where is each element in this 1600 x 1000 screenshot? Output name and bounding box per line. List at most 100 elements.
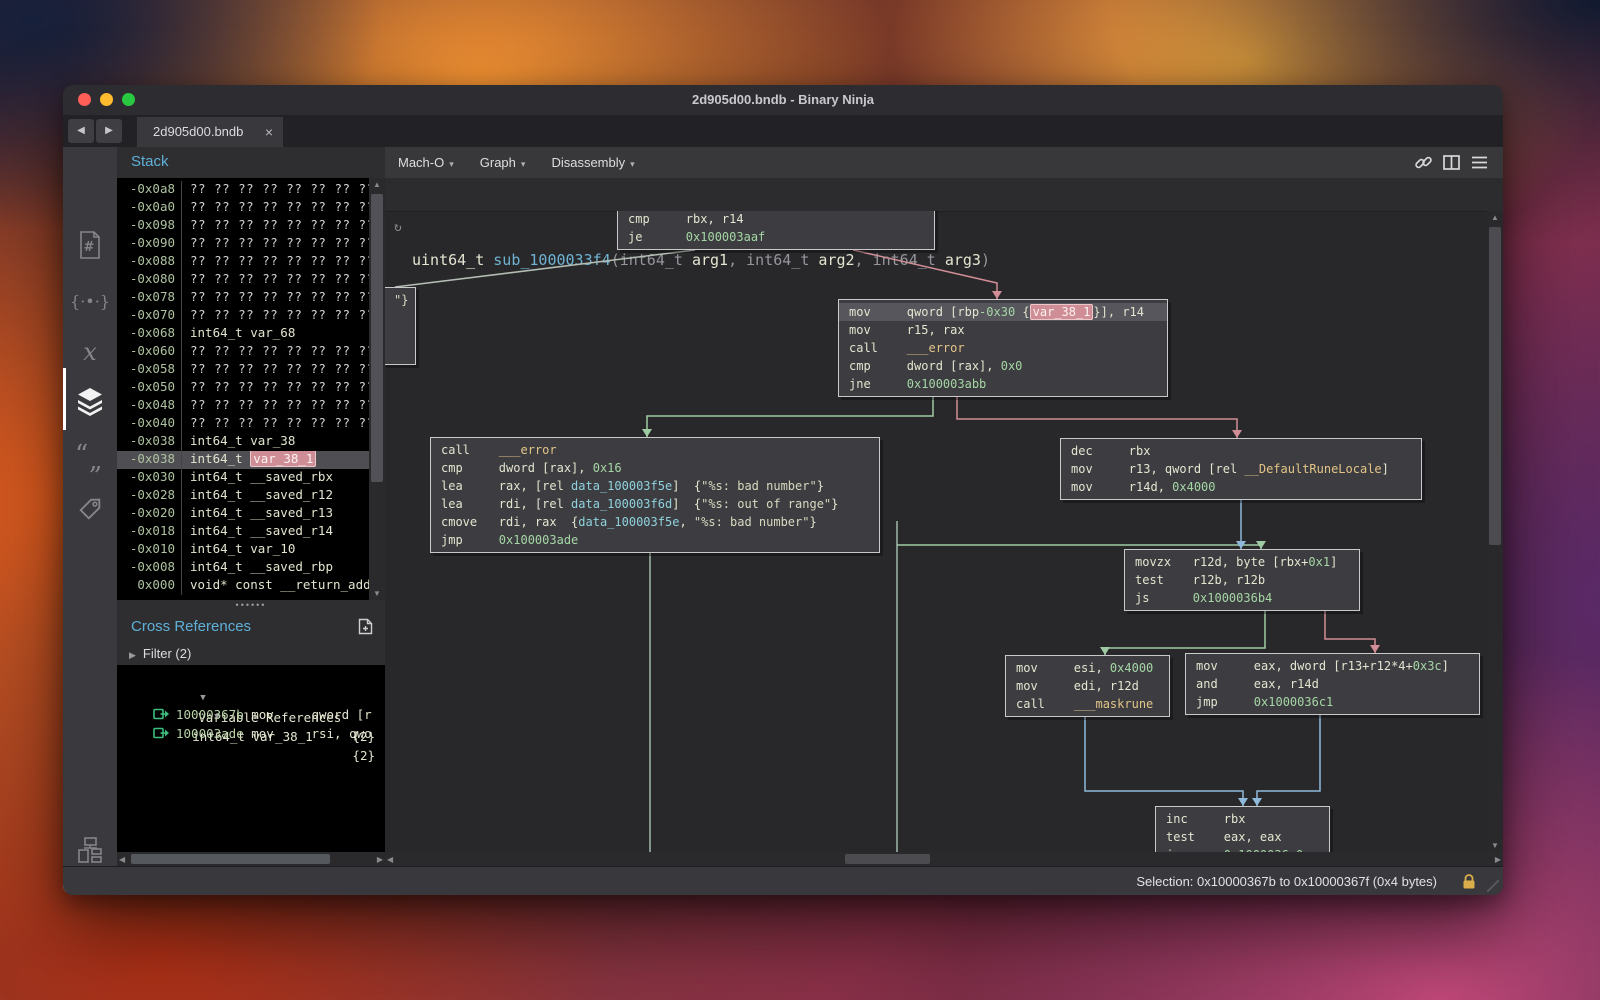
xrefs-panel-title: Cross References bbox=[131, 618, 251, 635]
scroll-up-icon[interactable]: ▲ bbox=[1487, 213, 1503, 222]
stack-row[interactable]: -0x068int64_t var_68 bbox=[117, 325, 369, 343]
panel-splitter-handle[interactable]: •••••• bbox=[117, 600, 385, 612]
xref-arrow-icon bbox=[153, 727, 170, 740]
tab-label: 2d905d00.bndb bbox=[137, 124, 243, 139]
stack-row[interactable]: -0x098?? ?? ?? ?? ?? ?? ?? ?? bbox=[117, 217, 369, 235]
scroll-down-icon[interactable]: ▼ bbox=[369, 589, 385, 598]
stack-row[interactable]: -0x020int64_t __saved_r13 bbox=[117, 505, 369, 523]
main-view-area: Mach-O▾ Graph▾ Disassembly▾ ↻ uint64_t sub… bbox=[385, 147, 1503, 866]
block-and[interactable]: mov eax, dword [r13+r12*4+0x3c]and eax, … bbox=[1185, 653, 1480, 715]
titlebar[interactable]: 2d905d00.bndb - Binary Ninja bbox=[63, 85, 1503, 116]
stack-row[interactable]: -0x010int64_t var_10 bbox=[117, 541, 369, 559]
stack-hex-view[interactable]: -0x0a8?? ?? ?? ?? ?? ?? ?? ??-0x0a0?? ??… bbox=[117, 178, 385, 600]
scrollbar-thumb[interactable] bbox=[371, 194, 383, 482]
toolbar-menu-mach-o[interactable]: Mach-O▾ bbox=[398, 147, 454, 178]
status-bar: Selection: 0x10000367b to 0x10000367f (0… bbox=[63, 866, 1503, 895]
scroll-down-icon[interactable]: ▼ bbox=[1487, 841, 1503, 850]
toolbar-menu-disassembly[interactable]: Disassembly▾ bbox=[551, 147, 634, 178]
xrefs-variable-row[interactable]: ▼ int64_t var_38_1 {2} bbox=[117, 686, 385, 705]
block-cmp-je[interactable]: cmp rbx, r14je 0x100003aaf bbox=[617, 211, 935, 250]
xrefs-group-row[interactable]: ▼ Variable References {2} bbox=[117, 667, 385, 686]
function-signature-bar[interactable]: ↻ uint64_t sub_1000033f4(int64_t arg1, i… bbox=[385, 178, 1503, 212]
chevron-right-icon: ▶ bbox=[117, 650, 143, 660]
tab-close-icon[interactable]: × bbox=[265, 117, 273, 147]
new-pane-icon[interactable] bbox=[358, 618, 373, 639]
stack-row[interactable]: -0x028int64_t __saved_r12 bbox=[117, 487, 369, 505]
scroll-up-icon[interactable]: ▲ bbox=[369, 180, 385, 189]
resize-grip[interactable] bbox=[1487, 880, 1499, 892]
block-maskrune[interactable]: mov esi, 0x4000mov edi, r12dcall ___mask… bbox=[1005, 655, 1170, 717]
stack-row[interactable]: -0x038int64_t var_38_1 bbox=[117, 451, 369, 469]
scrollbar-thumb[interactable] bbox=[845, 854, 930, 864]
xref-item[interactable]: 10000367b mov qword [r bbox=[117, 705, 385, 724]
stack-row[interactable]: -0x0a0?? ?? ?? ?? ?? ?? ?? ?? bbox=[117, 199, 369, 217]
graph-horizontal-scrollbar[interactable]: ◀ ▶ bbox=[385, 852, 1503, 866]
block-movzx[interactable]: movzx r12d, byte [rbx+0x1]test r12b, r12… bbox=[1124, 549, 1360, 611]
svg-text:#: # bbox=[84, 240, 95, 255]
selection-status: Selection: 0x10000367b to 0x10000367f (0… bbox=[1136, 867, 1437, 895]
nav-back-button[interactable]: ◀ bbox=[68, 119, 94, 143]
block-loop[interactable]: inc rbxtest eax, eaxjne 0x1000036a0 bbox=[1155, 806, 1330, 852]
stack-row[interactable]: -0x048?? ?? ?? ?? ?? ?? ?? ?? bbox=[117, 397, 369, 415]
chevron-down-icon: ▾ bbox=[444, 159, 454, 169]
tab-active[interactable]: 2d905d00.bndb × bbox=[137, 117, 283, 147]
stack-row[interactable]: -0x060?? ?? ?? ?? ?? ?? ?? ?? bbox=[117, 343, 369, 361]
toolbar-menus: Mach-O▾ Graph▾ Disassembly▾ bbox=[398, 147, 635, 178]
strings-quotes-icon[interactable]: “„ bbox=[63, 438, 117, 482]
tab-bar: ◀ ▶ 2d905d00.bndb × bbox=[63, 115, 1503, 147]
stack-row[interactable]: -0x078?? ?? ?? ?? ?? ?? ?? ?? bbox=[117, 289, 369, 307]
stack-row[interactable]: -0x050?? ?? ?? ?? ?? ?? ?? ?? bbox=[117, 379, 369, 397]
menu-icon[interactable] bbox=[1470, 153, 1489, 172]
hex-document-icon[interactable]: # bbox=[63, 230, 117, 270]
scrollbar-thumb[interactable] bbox=[1489, 227, 1501, 545]
stack-vertical-scrollbar[interactable]: ▲ ▼ bbox=[369, 178, 385, 600]
braces-icon[interactable]: {·•·} bbox=[63, 285, 117, 325]
sidebar-icon-strip: # {·•·} x “„ bbox=[63, 147, 117, 866]
xrefs-filter[interactable]: ▶Filter (2) bbox=[117, 643, 385, 665]
link-icon[interactable] bbox=[1414, 153, 1433, 172]
graph-vertical-scrollbar[interactable]: ▲ ▼ bbox=[1487, 211, 1503, 852]
split-view-icon[interactable] bbox=[1442, 153, 1461, 172]
stack-row[interactable]: -0x090?? ?? ?? ?? ?? ?? ?? ?? bbox=[117, 235, 369, 253]
block-rune-locale[interactable]: dec rbxmov r13, qword [rel __DefaultRune… bbox=[1060, 438, 1422, 500]
left-panel-horizontal-scrollbar[interactable]: ◀ ▶ bbox=[117, 852, 385, 866]
xref-item[interactable]: 100003ade mov rsi, qwo bbox=[117, 724, 385, 743]
stack-layers-icon[interactable] bbox=[63, 385, 117, 425]
window-title: 2d905d00.bndb - Binary Ninja bbox=[63, 85, 1503, 115]
xrefs-list: ▼ Variable References {2} ▼ int64_t var_… bbox=[117, 665, 385, 852]
stack-row[interactable]: -0x058?? ?? ?? ?? ?? ?? ?? ?? bbox=[117, 361, 369, 379]
toolbar-menu-graph[interactable]: Graph▾ bbox=[480, 147, 526, 178]
variables-x-icon[interactable]: x bbox=[63, 335, 117, 375]
scroll-left-icon[interactable]: ◀ bbox=[387, 855, 393, 864]
left-sidebar-panel: Stack -0x0a8?? ?? ?? ?? ?? ?? ?? ??-0x0a… bbox=[117, 147, 385, 866]
scroll-left-icon[interactable]: ◀ bbox=[119, 855, 125, 864]
binary-ninja-window: 2d905d00.bndb - Binary Ninja ◀ ▶ 2d905d0… bbox=[63, 85, 1503, 895]
xrefs-variable-count: {2} bbox=[352, 746, 375, 765]
chevron-down-icon: ▾ bbox=[625, 159, 635, 169]
block-store-var[interactable]: mov qword [rbp-0x30 {var_38_1}], r14mov … bbox=[838, 299, 1168, 397]
stack-row[interactable]: -0x018int64_t __saved_r14 bbox=[117, 523, 369, 541]
scroll-right-icon[interactable]: ▶ bbox=[377, 855, 383, 864]
stack-panel-header: Stack bbox=[117, 147, 385, 178]
xref-arrow-icon bbox=[153, 708, 170, 721]
stack-panel-title: Stack bbox=[131, 153, 169, 170]
stack-row[interactable]: 0x000void* const __return_add bbox=[117, 577, 369, 595]
graph-view[interactable]: cmp rbx, r14je 0x100003aaf "} mov qword [r… bbox=[385, 211, 1503, 852]
block-partial-string[interactable]: "} bbox=[385, 287, 416, 365]
stack-row[interactable]: -0x040?? ?? ?? ?? ?? ?? ?? ?? bbox=[117, 415, 369, 433]
graph-blocks: cmp rbx, r14je 0x100003aaf "} mov qword [r… bbox=[385, 211, 1488, 852]
stack-row[interactable]: -0x008int64_t __saved_rbp bbox=[117, 559, 369, 577]
stack-rows: -0x0a8?? ?? ?? ?? ?? ?? ?? ??-0x0a0?? ??… bbox=[117, 181, 369, 595]
tag-icon[interactable] bbox=[63, 495, 117, 535]
nav-forward-button[interactable]: ▶ bbox=[96, 119, 122, 143]
scrollbar-thumb[interactable] bbox=[131, 854, 330, 864]
stack-row[interactable]: -0x030int64_t __saved_rbx bbox=[117, 469, 369, 487]
stack-row[interactable]: -0x038int64_t var_38 bbox=[117, 433, 369, 451]
scroll-right-icon[interactable]: ▶ bbox=[1495, 855, 1501, 864]
stack-row[interactable]: -0x070?? ?? ?? ?? ?? ?? ?? ?? bbox=[117, 307, 369, 325]
block-error-strings[interactable]: call ___errorcmp dword [rax], 0x16lea ra… bbox=[430, 437, 880, 553]
stack-row[interactable]: -0x088?? ?? ?? ?? ?? ?? ?? ?? bbox=[117, 253, 369, 271]
stack-row[interactable]: -0x0a8?? ?? ?? ?? ?? ?? ?? ?? bbox=[117, 181, 369, 199]
lock-icon[interactable] bbox=[1461, 873, 1477, 895]
stack-row[interactable]: -0x080?? ?? ?? ?? ?? ?? ?? ?? bbox=[117, 271, 369, 289]
